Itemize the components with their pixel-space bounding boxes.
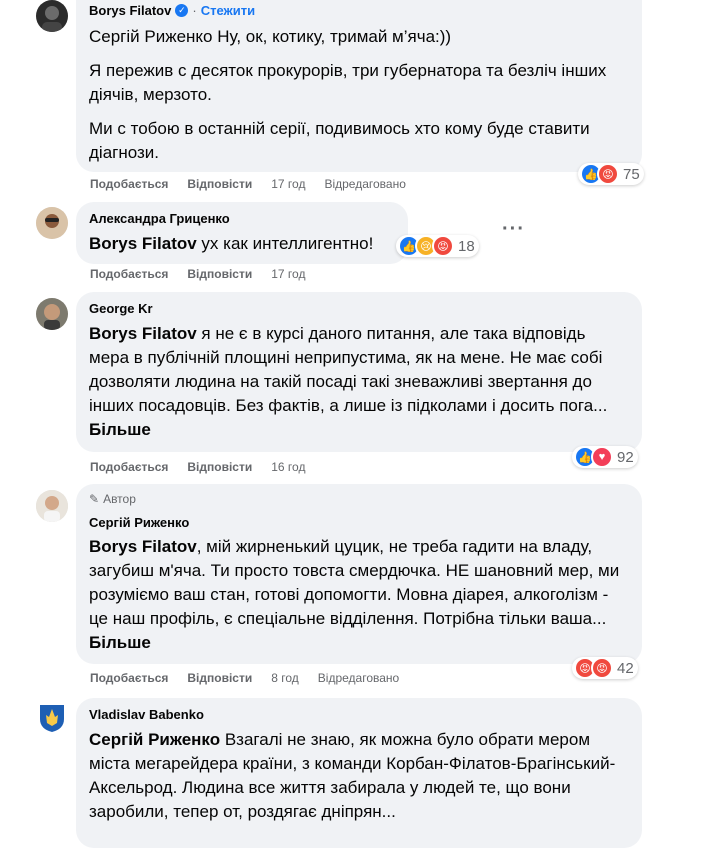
author-name[interactable]: Александра Гриценко [89,210,396,227]
comment-text: Borys Filatov, мій жирненький цуцик, не … [89,535,630,655]
see-more-link[interactable]: Більше [89,420,151,439]
angry-icon: 😡 [597,163,619,185]
angry-icon: 😡 [432,235,454,257]
reply-button[interactable]: Відповісти [187,671,252,685]
comment-actions: Подобається Відповісти 8 год Відредагова… [90,671,418,685]
edited-label: Відредаговано [317,671,400,685]
timestamp[interactable]: 17 год [271,267,305,281]
like-button[interactable]: Подобається [90,671,168,685]
paragraph: Я пережив с десяток прокурорів, три губе… [89,61,607,104]
reactions-summary[interactable]: 😡 😡 42 [572,657,638,679]
like-button[interactable]: Подобається [90,460,168,474]
reaction-count: 42 [617,659,634,677]
follow-button[interactable]: Стежити [201,3,255,18]
comment-bubble: Александра Гриценко Borys Filatov ух как… [76,202,408,264]
author-name[interactable]: George Kr [89,300,630,317]
mention-link[interactable]: Borys Filatov [89,234,197,253]
avatar[interactable] [36,0,68,32]
more-options-icon[interactable]: ··· [502,218,525,241]
timestamp[interactable]: 8 год [271,671,299,685]
reply-button[interactable]: Відповісти [187,177,252,191]
avatar[interactable] [36,207,68,239]
paragraph: Сергій Риженко Ну, ок, котику, тримай м’… [89,27,452,46]
comment-bubble: Borys Filatov ✓ · Стежити Сергій Риженко… [76,0,642,172]
reply-button[interactable]: Відповісти [187,460,252,474]
mention-link[interactable]: Borys Filatov [89,324,197,343]
author-name[interactable]: Vladislav Babenko [89,706,630,723]
reactions-summary[interactable]: 👍 😡 75 [578,163,644,185]
reactions-summary[interactable]: 👍 ♥ 92 [572,446,638,468]
like-button[interactable]: Подобається [90,267,168,281]
love-icon: ♥ [591,446,613,468]
badge-label: Автор [103,492,136,506]
reply-button[interactable]: Відповісти [187,267,252,281]
comment-actions: Подобається Відповісти 17 год Відредагов… [90,177,425,191]
comment-text: Сергій Риженко Взагалі не знаю, як можна… [89,728,630,824]
reactions-summary[interactable]: 👍 😢 😡 18 [396,235,479,257]
edited-label: Відредаговано [324,177,406,191]
paragraph: Ми с тобою в останній серії, подивимось … [89,119,590,162]
verified-icon: ✓ [175,4,189,17]
mention-link[interactable]: Borys Filatov [89,537,197,556]
avatar[interactable] [36,298,68,330]
comment-bubble: Vladislav Babenko Сергій Риженко Взагалі… [76,698,642,848]
author-name[interactable]: Borys Filatov [89,2,171,19]
comment-text: Сергій Риженко Ну, ок, котику, тримай м’… [89,25,630,165]
timestamp[interactable]: 17 год [271,177,305,191]
avatar[interactable] [36,701,68,733]
comment-bubble: ✎ Автор Сергій Риженко Borys Filatov, мі… [76,484,642,664]
like-button[interactable]: Подобається [90,177,168,191]
comment-actions: Подобається Відповісти 16 год [90,460,324,474]
comment-text: Borys Filatov я не є в курсі даного пита… [89,322,630,442]
separator: · [192,3,197,18]
comment-actions: Подобається Відповісти 17 год [90,267,324,281]
author-badge: ✎ Автор [89,492,630,506]
reaction-count: 75 [623,165,640,183]
comment-bubble: George Kr Borys Filatov я не є в курсі д… [76,292,642,452]
author-name[interactable]: Сергій Риженко [89,514,630,531]
comment-body: ух как интеллигентно! [196,234,374,253]
pen-icon: ✎ [89,492,100,506]
comment-text: Borys Filatov ух как интеллигентно! [89,232,396,256]
timestamp[interactable]: 16 год [271,460,305,474]
see-more-link[interactable]: Більше [89,633,151,652]
reaction-count: 18 [458,237,475,255]
avatar[interactable] [36,490,68,522]
mention-link[interactable]: Сергій Риженко [89,730,220,749]
angry-icon: 😡 [591,657,613,679]
reaction-count: 92 [617,448,634,466]
